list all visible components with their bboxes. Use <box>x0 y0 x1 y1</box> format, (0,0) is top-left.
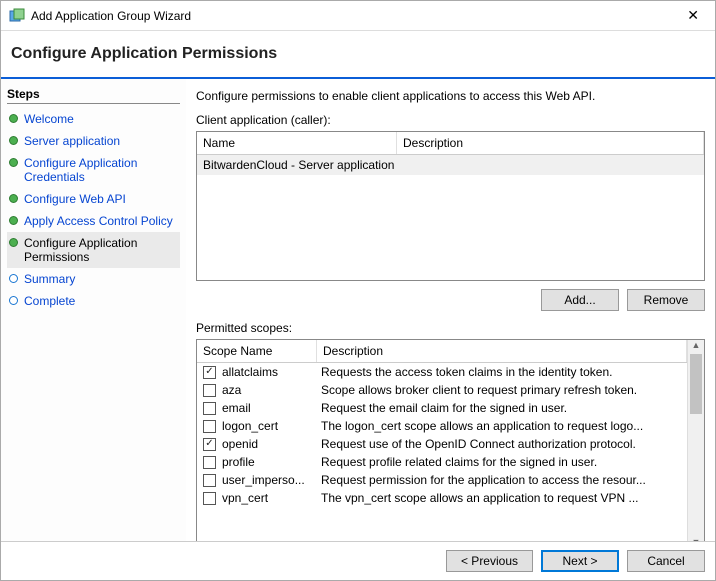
step-6[interactable]: Summary <box>7 268 180 290</box>
step-3[interactable]: Configure Web API <box>7 188 180 210</box>
title-bar: Add Application Group Wizard ✕ <box>1 1 715 31</box>
scope-name: logon_cert <box>222 418 317 434</box>
scope-checkbox[interactable]: ✓ <box>203 438 216 451</box>
scope-row[interactable]: ✓ openidRequest use of the OpenID Connect… <box>197 435 687 453</box>
scope-row[interactable]: user_imperso...Request permission for th… <box>197 471 687 489</box>
scope-row[interactable]: ✓ allatclaimsRequests the access token cl… <box>197 363 687 381</box>
step-2[interactable]: Configure Application Credentials <box>7 152 180 188</box>
scope-name: profile <box>222 454 317 470</box>
scope-desc: Requests the access token claims in the … <box>317 364 681 380</box>
scroll-up-icon[interactable]: ▲ <box>688 340 704 350</box>
col-description[interactable]: Description <box>397 132 704 154</box>
step-label: Summary <box>24 272 75 286</box>
scope-name: openid <box>222 436 317 452</box>
remove-button[interactable]: Remove <box>627 289 705 311</box>
scope-checkbox[interactable] <box>203 492 216 505</box>
scope-desc: The logon_cert scope allows an applicati… <box>317 418 681 434</box>
step-status-icon <box>9 238 18 247</box>
scope-name: email <box>222 400 317 416</box>
scope-checkbox[interactable] <box>203 456 216 469</box>
window-title: Add Application Group Wizard <box>31 9 679 23</box>
step-label: Server application <box>24 134 120 148</box>
steps-heading: Steps <box>7 87 180 104</box>
client-app-list[interactable]: Name Description BitwardenCloud - Server… <box>196 131 705 281</box>
step-status-icon <box>9 136 18 145</box>
scope-desc: Request permission for the application t… <box>317 472 681 488</box>
scope-checkbox[interactable] <box>203 474 216 487</box>
client-app-label: Client application (caller): <box>196 113 705 127</box>
scope-desc: Request profile related claims for the s… <box>317 454 681 470</box>
step-4[interactable]: Apply Access Control Policy <box>7 210 180 232</box>
close-icon[interactable]: ✕ <box>679 7 707 24</box>
scroll-thumb[interactable] <box>690 354 702 414</box>
scopes-label: Permitted scopes: <box>196 321 705 335</box>
scope-row[interactable]: emailRequest the email claim for the sig… <box>197 399 687 417</box>
scope-checkbox[interactable] <box>203 384 216 397</box>
intro-text: Configure permissions to enable client a… <box>196 89 705 103</box>
client-name: BitwardenCloud - Server application <box>203 158 403 172</box>
step-label: Apply Access Control Policy <box>24 214 173 228</box>
previous-button[interactable]: < Previous <box>446 550 533 572</box>
scope-name: vpn_cert <box>222 490 317 506</box>
client-row[interactable]: BitwardenCloud - Server application <box>197 155 704 175</box>
scope-checkbox[interactable] <box>203 420 216 433</box>
cancel-button[interactable]: Cancel <box>627 550 705 572</box>
page-title: Configure Application Permissions <box>1 31 715 79</box>
step-label: Configure Application Credentials <box>24 156 178 184</box>
scope-checkbox[interactable]: ✓ <box>203 366 216 379</box>
step-0[interactable]: Welcome <box>7 108 180 130</box>
steps-sidebar: Steps Welcome Server application Configure… <box>1 79 186 580</box>
col-scope-name[interactable]: Scope Name <box>197 340 317 362</box>
step-7[interactable]: Complete <box>7 290 180 312</box>
scope-desc: Scope allows broker client to request pr… <box>317 382 681 398</box>
step-status-icon <box>9 216 18 225</box>
scope-row[interactable]: azaScope allows broker client to request… <box>197 381 687 399</box>
col-scope-desc[interactable]: Description <box>317 340 687 362</box>
scope-desc: Request the email claim for the signed i… <box>317 400 681 416</box>
scope-checkbox[interactable] <box>203 402 216 415</box>
step-label: Configure Application Permissions <box>24 236 178 264</box>
next-button[interactable]: Next > <box>541 550 619 572</box>
step-5[interactable]: Configure Application Permissions <box>7 232 180 268</box>
scopes-scrollbar[interactable]: ▲ ▼ <box>687 340 704 547</box>
scopes-header: Scope Name Description <box>197 340 687 363</box>
step-status-icon <box>9 158 18 167</box>
step-status-icon <box>9 274 18 283</box>
scope-desc: Request use of the OpenID Connect author… <box>317 436 681 452</box>
scope-row[interactable]: profileRequest profile related claims fo… <box>197 453 687 471</box>
col-name[interactable]: Name <box>197 132 397 154</box>
scope-row[interactable]: logon_certThe logon_cert scope allows an… <box>197 417 687 435</box>
add-button[interactable]: Add... <box>541 289 619 311</box>
client-list-header: Name Description <box>197 132 704 155</box>
scope-name: aza <box>222 382 317 398</box>
step-status-icon <box>9 296 18 305</box>
step-status-icon <box>9 114 18 123</box>
scope-name: user_imperso... <box>222 472 317 488</box>
step-label: Welcome <box>24 112 74 126</box>
step-status-icon <box>9 194 18 203</box>
step-label: Complete <box>24 294 75 308</box>
step-1[interactable]: Server application <box>7 130 180 152</box>
scope-row[interactable]: vpn_certThe vpn_cert scope allows an app… <box>197 489 687 507</box>
scope-name: allatclaims <box>222 364 317 380</box>
wizard-footer: < Previous Next > Cancel <box>1 541 715 580</box>
step-label: Configure Web API <box>24 192 126 206</box>
scopes-list[interactable]: Scope Name Description ✓allatclaimsReque… <box>196 339 705 548</box>
content-area: Configure permissions to enable client a… <box>186 79 715 580</box>
app-icon <box>9 8 25 24</box>
scope-desc: The vpn_cert scope allows an application… <box>317 490 681 506</box>
